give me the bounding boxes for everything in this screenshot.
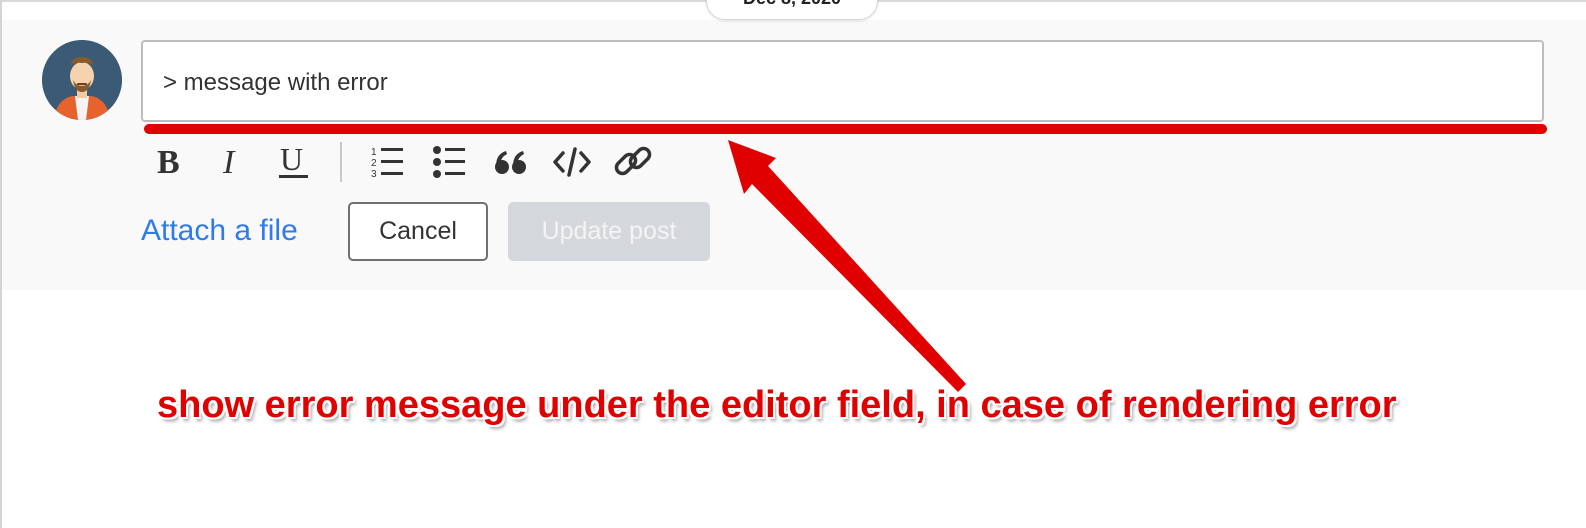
annotation-text: show error message under the editor fiel… xyxy=(157,384,1397,426)
annotation-arrow xyxy=(728,140,966,392)
